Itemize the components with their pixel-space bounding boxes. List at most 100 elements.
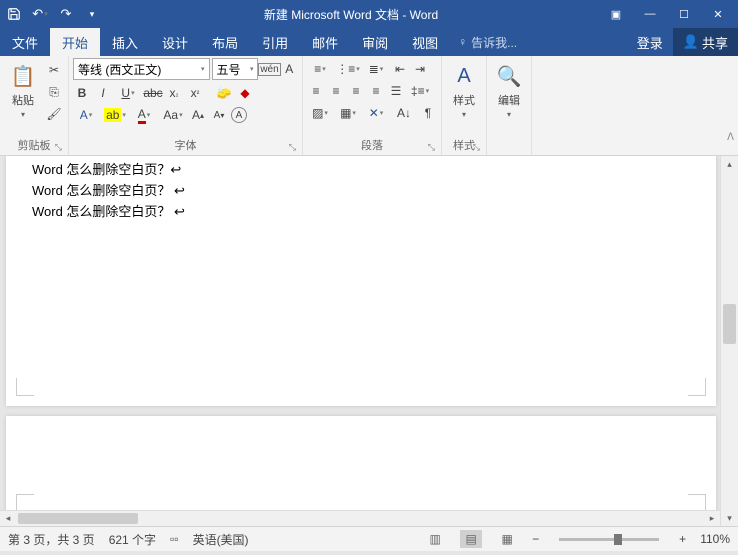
tab-review[interactable]: 审阅 (350, 28, 400, 56)
align-center-button[interactable]: ≡ (327, 82, 345, 100)
tab-design[interactable]: 设计 (150, 28, 200, 56)
zoom-slider[interactable] (559, 538, 659, 541)
clipboard-group-label: 剪贴板 ⤡ (4, 135, 64, 155)
tell-me-search[interactable]: ♀ 告诉我... (450, 28, 525, 56)
login-button[interactable]: 登录 (627, 28, 673, 56)
scroll-up-icon[interactable]: ▴ (721, 156, 738, 172)
paste-label: 粘贴 (12, 92, 34, 108)
decrease-indent-button[interactable]: ⇤ (391, 60, 409, 78)
superscript-button[interactable]: x² (186, 84, 204, 102)
tab-layout[interactable]: 布局 (200, 28, 250, 56)
enclose-char-button[interactable]: A (231, 107, 247, 123)
maximize-icon[interactable]: ☐ (668, 2, 700, 26)
page-count[interactable]: 第 3 页，共 3 页 (8, 531, 95, 548)
horizontal-scrollbar[interactable]: ◂ ▸ (0, 510, 720, 526)
highlight-button[interactable]: ab▾ (102, 106, 128, 124)
word-count[interactable]: 621 个字 (109, 531, 156, 548)
numbering-button[interactable]: ⋮≡▾ (335, 60, 361, 78)
language-status[interactable]: 英语(美国) (193, 531, 249, 548)
multilevel-button[interactable]: ≣▾ (363, 60, 389, 78)
shading-button[interactable]: ▨▾ (307, 104, 333, 122)
zoom-slider-handle[interactable] (614, 534, 622, 545)
justify-button[interactable]: ≡ (367, 82, 385, 100)
clipboard-launcher-icon[interactable]: ⤡ (55, 142, 62, 153)
paste-button[interactable]: 📋 粘贴 ▾ (4, 58, 42, 119)
chevron-down-icon: ▾ (250, 65, 254, 73)
share-button[interactable]: 👤 共享 (673, 28, 738, 56)
document-page-1[interactable]: Word 怎么删除空白页？↩ Word 怎么删除空白页？ ↩ Word 怎么删除… (6, 156, 716, 406)
web-layout-button[interactable]: ▦ (496, 530, 518, 548)
editing-button[interactable]: 🔍 编辑 ▾ (491, 58, 527, 119)
sort2-button[interactable]: A↓ (391, 104, 417, 122)
document-text[interactable]: Word 怎么删除空白页？↩ Word 怎么删除空白页？ ↩ Word 怎么删除… (6, 156, 716, 226)
line-spacing-button[interactable]: ‡≡▾ (407, 82, 433, 100)
show-marks-button[interactable]: ¶ (419, 104, 437, 122)
styles-icon: A (450, 62, 478, 90)
undo-icon[interactable]: ↶▾ (30, 4, 50, 24)
styles-group-label: 样式 ⤡ (446, 135, 482, 155)
tab-insert[interactable]: 插入 (100, 28, 150, 56)
scrollbar-thumb[interactable] (18, 513, 138, 524)
paragraph-launcher-icon[interactable]: ⤡ (428, 142, 435, 153)
copy-button[interactable]: ⎘ (44, 82, 64, 102)
bullets-button[interactable]: ≡▾ (307, 60, 333, 78)
phonetic-guide-button[interactable]: wén (260, 60, 278, 78)
text-effects-button[interactable]: A▾ (73, 106, 99, 124)
clear-format-button[interactable]: 🧽 (215, 84, 233, 102)
group-styles: A 样式 ▾ 样式 ⤡ (442, 56, 487, 155)
italic-button[interactable]: I (94, 84, 112, 102)
distribute-button[interactable]: ☰ (387, 82, 405, 100)
align-right-button[interactable]: ≡ (347, 82, 365, 100)
styles-button[interactable]: A 样式 ▾ (446, 58, 482, 119)
borders-button[interactable]: ▦▾ (335, 104, 361, 122)
redo-icon[interactable]: ↷ (56, 4, 76, 24)
format-painter2-button[interactable]: ◆ (236, 84, 254, 102)
format-painter-button[interactable]: 🖌 (44, 104, 64, 124)
print-layout-button[interactable]: ▤ (460, 530, 482, 548)
close-icon[interactable]: ✕ (702, 2, 734, 26)
subscript-button[interactable]: x₂ (165, 84, 183, 102)
read-mode-button[interactable]: ▥ (424, 530, 446, 548)
styles-launcher-icon[interactable]: ⤡ (473, 142, 480, 153)
zoom-out-button[interactable]: − (532, 532, 539, 546)
doc-line: Word 怎么删除空白页？ ↩ (32, 202, 690, 223)
doc-line: Word 怎么删除空白页？↩ (32, 160, 690, 181)
zoom-in-button[interactable]: + (679, 532, 686, 546)
tab-home[interactable]: 开始 (50, 28, 100, 56)
tab-file[interactable]: 文件 (0, 28, 50, 56)
bold-button[interactable]: B (73, 84, 91, 102)
font-launcher-icon[interactable]: ⤡ (289, 142, 296, 153)
styles-caret-icon: ▾ (462, 110, 466, 119)
shrink-font-button[interactable]: A▾ (210, 106, 228, 124)
collapse-ribbon-icon[interactable]: ᐱ (727, 132, 734, 143)
align-left-button[interactable]: ≡ (307, 82, 325, 100)
cut-icon: ✂ (49, 63, 59, 77)
tab-mailings[interactable]: 邮件 (300, 28, 350, 56)
char-border-button[interactable]: A (280, 60, 298, 78)
ribbon-options-icon[interactable]: ▣ (600, 2, 632, 26)
tab-view[interactable]: 视图 (400, 28, 450, 56)
font-color-button[interactable]: A▾ (131, 106, 157, 124)
tab-references[interactable]: 引用 (250, 28, 300, 56)
scroll-down-icon[interactable]: ▾ (721, 510, 738, 526)
strikethrough-button[interactable]: abc (144, 84, 162, 102)
minimize-icon[interactable]: — (634, 2, 666, 26)
proofing-icon[interactable]: ▫▫ (170, 532, 179, 546)
sort-button[interactable]: ✕▾ (363, 104, 389, 122)
scrollbar-thumb[interactable] (723, 304, 736, 344)
scroll-right-icon[interactable]: ▸ (704, 511, 720, 526)
change-case-button[interactable]: Aa▾ (160, 106, 186, 124)
cut-button[interactable]: ✂ (44, 60, 64, 80)
grow-font-button[interactable]: A▴ (189, 106, 207, 124)
increase-indent-button[interactable]: ⇥ (411, 60, 429, 78)
qat-customize-icon[interactable]: ▾ (82, 4, 102, 24)
save-icon[interactable] (4, 4, 24, 24)
underline-button[interactable]: U▾ (115, 84, 141, 102)
font-name-combo[interactable]: 等线 (西文正文) ▾ (73, 58, 210, 80)
brush-icon: 🖌 (46, 107, 61, 121)
vertical-scrollbar[interactable]: ▴ ▾ (720, 156, 738, 526)
doc-line: Word 怎么删除空白页？ ↩ (32, 181, 690, 202)
zoom-level[interactable]: 110% (700, 532, 730, 546)
scroll-left-icon[interactable]: ◂ (0, 511, 16, 526)
font-size-combo[interactable]: 五号 ▾ (212, 58, 259, 80)
